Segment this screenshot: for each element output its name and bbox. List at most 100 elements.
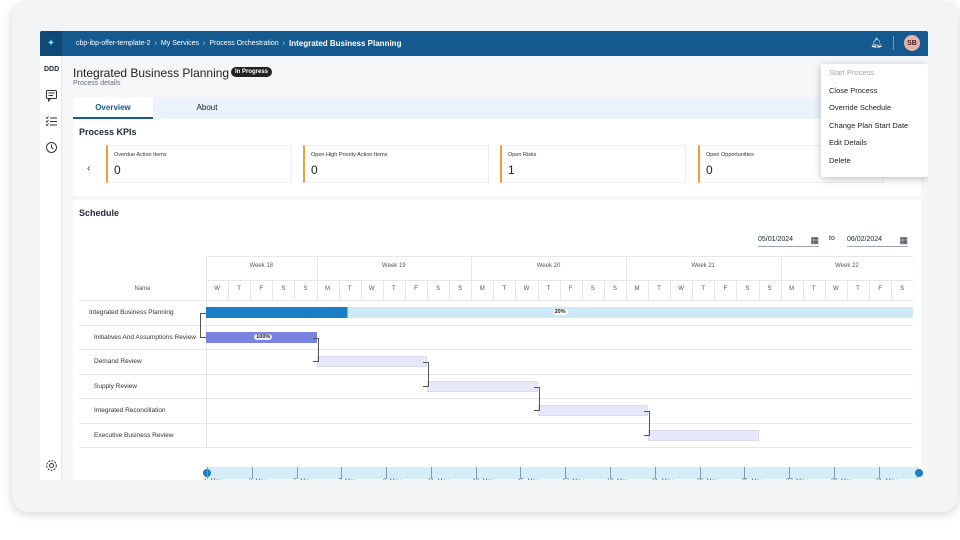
day-header: T bbox=[701, 286, 706, 292]
task-name: Demand Review bbox=[94, 358, 142, 365]
grid-line bbox=[736, 280, 738, 300]
timeline-tick bbox=[386, 467, 388, 479]
grid-line bbox=[316, 280, 318, 300]
grid-line bbox=[427, 280, 428, 300]
grid-line bbox=[360, 280, 362, 300]
grid-line bbox=[471, 280, 473, 300]
day-header: F bbox=[414, 286, 418, 292]
tab-about[interactable]: About bbox=[167, 97, 247, 119]
day-header: S bbox=[281, 286, 286, 292]
chevron-left-icon[interactable]: ‹ bbox=[87, 163, 90, 174]
timeline-tick bbox=[789, 467, 791, 479]
task-bar[interactable] bbox=[316, 356, 427, 367]
divider bbox=[893, 36, 894, 50]
menu-item-close-process[interactable]: Close Process bbox=[821, 82, 928, 100]
grid-line bbox=[250, 280, 252, 300]
day-header: T bbox=[811, 286, 816, 292]
date-range-separator: to bbox=[829, 235, 835, 242]
grid-line bbox=[603, 280, 605, 300]
timeline-label: 5. May bbox=[294, 479, 312, 480]
grid-line bbox=[79, 398, 914, 399]
schedule-title: Schedule bbox=[79, 208, 120, 218]
menu-item-override-schedule[interactable]: Override Schedule bbox=[821, 99, 928, 117]
history-icon[interactable] bbox=[44, 141, 58, 155]
grid-line bbox=[824, 280, 826, 300]
day-header: F bbox=[878, 286, 882, 292]
grid-line bbox=[714, 280, 716, 300]
task-name: Initiatives And Assumptions Review bbox=[94, 333, 196, 341]
kpi-label: Open Risks bbox=[508, 152, 537, 158]
week-header: Week 18 bbox=[249, 263, 274, 269]
day-header: S bbox=[303, 286, 308, 292]
end-date-field[interactable]: 06/02/2024 ▦ bbox=[847, 233, 908, 247]
task-bar[interactable] bbox=[537, 405, 648, 416]
day-header: S bbox=[767, 286, 772, 292]
day-header: M bbox=[789, 286, 795, 292]
name-column-header: Name bbox=[134, 286, 151, 292]
kpi-card[interactable]: Open Risks 1 bbox=[500, 145, 686, 183]
menu-item-edit-details[interactable]: Edit Details bbox=[821, 134, 928, 152]
week-header: Week 19 bbox=[382, 263, 406, 269]
day-header: M bbox=[325, 286, 331, 292]
sidenav-label[interactable]: DDD bbox=[44, 66, 59, 73]
timeline-tick bbox=[878, 467, 880, 479]
start-date-value: 05/01/2024 bbox=[758, 236, 794, 243]
task-bar[interactable] bbox=[427, 380, 538, 392]
kpi-card[interactable]: Overdue Action Items 0 bbox=[106, 145, 292, 183]
timeline-end-handle[interactable] bbox=[915, 469, 923, 477]
week-header: Week 22 bbox=[835, 263, 859, 269]
grid-line bbox=[625, 280, 627, 300]
timeline-tick bbox=[251, 467, 253, 479]
timeline-label: 19. May bbox=[607, 479, 628, 480]
grid-line bbox=[404, 280, 406, 300]
timeline-navigator[interactable]: 1. May 3. May 5. May 7. May 9. May 11. May 13.… bbox=[203, 467, 923, 480]
timeline-track[interactable] bbox=[207, 467, 919, 479]
timeline-label: 25. May bbox=[741, 479, 762, 480]
menu-item-change-plan-start-date[interactable]: Change Plan Start Date bbox=[821, 117, 928, 135]
calendar-icon[interactable]: ▦ bbox=[899, 233, 908, 247]
progress-label: 100% bbox=[254, 333, 273, 340]
day-header: S bbox=[745, 286, 750, 292]
dependency-connector bbox=[312, 337, 319, 362]
dependency-connector bbox=[533, 386, 540, 411]
grid-line bbox=[79, 300, 914, 301]
grid-line bbox=[449, 280, 451, 300]
task-bar[interactable] bbox=[648, 429, 759, 441]
breadcrumb-item[interactable]: Process Orchestration bbox=[209, 40, 278, 47]
grid-line bbox=[493, 280, 495, 300]
task-bar[interactable]: 20% bbox=[206, 307, 914, 318]
timeline-tick bbox=[520, 467, 522, 479]
settings-gear-icon[interactable] bbox=[44, 459, 58, 473]
day-header: S bbox=[590, 286, 595, 292]
grid-line bbox=[79, 373, 914, 375]
day-header: S bbox=[900, 286, 905, 292]
timeline-tick bbox=[341, 467, 343, 479]
app-logo-icon[interactable]: ✦ bbox=[40, 31, 62, 56]
menu-item-delete[interactable]: Delete bbox=[821, 152, 928, 170]
task-bar[interactable]: 100% bbox=[206, 331, 317, 343]
calendar-icon[interactable]: ▦ bbox=[810, 233, 819, 247]
grid-line bbox=[670, 280, 672, 300]
kpi-card[interactable]: Open High Priority Action Items 0 bbox=[303, 145, 489, 183]
timeline-tick bbox=[654, 467, 656, 479]
timeline-tick bbox=[699, 467, 701, 479]
grid-line bbox=[559, 280, 561, 300]
chat-icon[interactable] bbox=[44, 89, 58, 103]
menu-item-start-process[interactable]: Start Process bbox=[821, 64, 928, 82]
bell-icon[interactable]: 🔔︎ bbox=[870, 38, 883, 49]
timeline-label: 13. May bbox=[473, 479, 494, 480]
gantt-chart: Name Week 18 Week 19 Week 20 Week 21 Week 22 W… bbox=[79, 256, 915, 480]
tab-overview[interactable]: Overview bbox=[73, 97, 153, 119]
breadcrumb-item[interactable]: My Services bbox=[161, 40, 199, 47]
timeline-label: 27. May bbox=[786, 479, 807, 480]
checklist-icon[interactable] bbox=[44, 115, 58, 129]
timeline-tick bbox=[610, 467, 612, 479]
breadcrumb-item[interactable]: cbp-ibp-offer-template-2 bbox=[76, 40, 151, 47]
start-date-field[interactable]: 05/01/2024 ▦ bbox=[758, 233, 819, 247]
avatar[interactable]: SB bbox=[904, 35, 920, 51]
timeline-label: 9. May bbox=[383, 479, 401, 480]
day-header: F bbox=[568, 286, 573, 292]
breadcrumb: cbp-ibp-offer-template-2 › My Services ›… bbox=[76, 39, 401, 48]
day-header: T bbox=[856, 286, 860, 292]
grid-line bbox=[79, 447, 914, 448]
